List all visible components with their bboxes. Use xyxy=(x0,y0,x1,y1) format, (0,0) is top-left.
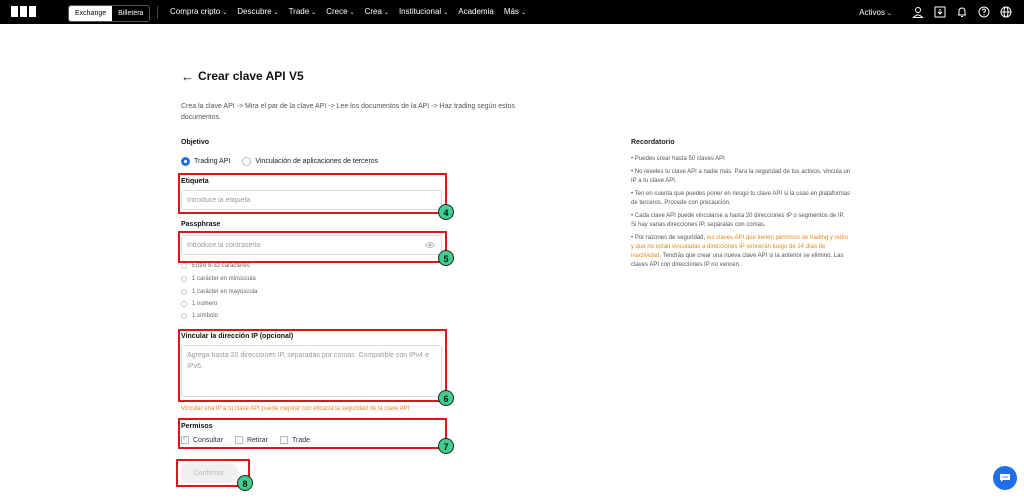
permissions-label: Permisos xyxy=(181,423,213,430)
chevron-down-icon: ⌄ xyxy=(349,10,355,16)
annotation-badge-7: 7 xyxy=(438,438,454,454)
requirement-status-icon xyxy=(181,289,187,295)
reminder-item-2: • No reveles tu clave API a nadie más. P… xyxy=(631,169,851,184)
requirement-uppercase: 1 carácter en mayúscula xyxy=(181,289,257,295)
main-nav: Compra cripto ⌄ Descubre ⌄ Trade ⌄ Crece ⌄ C… xyxy=(170,0,526,24)
reminder-item-3: • Ten en cuenta que puedes poner en ries… xyxy=(631,191,851,206)
bell-icon[interactable] xyxy=(956,6,968,18)
checkbox-trade[interactable] xyxy=(279,436,288,444)
chevron-down-icon: ⌄ xyxy=(383,10,389,16)
tag-input[interactable] xyxy=(181,190,442,210)
passphrase-label: Passphrase xyxy=(181,221,221,228)
okx-logo[interactable] xyxy=(11,6,36,17)
eye-icon[interactable] xyxy=(425,241,435,249)
reminder-item-4: • Cada clave API puede vincularse a hast… xyxy=(631,213,845,228)
nav-institucional[interactable]: Institucional ⌄ xyxy=(399,0,448,24)
nav-descubre[interactable]: Descubre ⌄ xyxy=(237,0,278,24)
exchange-toggle[interactable]: Exchange xyxy=(69,6,113,21)
requirement-status-icon xyxy=(181,313,187,319)
chevron-down-icon: ⌄ xyxy=(273,10,279,16)
requirement-status-icon xyxy=(181,263,187,269)
checkbox-consultar[interactable] xyxy=(181,434,189,444)
requirement-status-icon xyxy=(181,301,187,307)
top-navbar: Exchange Billetera Compra cripto ⌄ Descub… xyxy=(0,0,1024,24)
passphrase-input[interactable] xyxy=(181,235,442,255)
checkbox-consultar-label[interactable]: Consultar xyxy=(193,437,223,444)
page-title: Crear clave API V5 xyxy=(198,69,304,83)
annotation-badge-8: 8 xyxy=(237,475,253,491)
chevron-down-icon: ⌄ xyxy=(886,10,892,17)
checkbox-retirar-label[interactable]: Retirar xyxy=(247,437,268,444)
nav-compra-cripto[interactable]: Compra cripto ⌄ xyxy=(170,0,227,24)
download-icon[interactable] xyxy=(934,6,946,18)
permissions-group: Consultar Retirar Trade xyxy=(181,434,322,444)
chevron-down-icon: ⌄ xyxy=(222,10,228,16)
highlight-box-permissions xyxy=(178,418,447,449)
help-icon[interactable] xyxy=(978,6,990,18)
page-description: Crea la clave API -> Mira el par de la c… xyxy=(181,103,516,121)
nav-crece[interactable]: Crece ⌄ xyxy=(326,0,354,24)
annotation-badge-5: 5 xyxy=(438,250,454,266)
annotation-badge-4: 4 xyxy=(438,204,454,220)
requirement-length: Entre 8-32 caracteres xyxy=(181,263,250,269)
header-actions: Activos ⌄ xyxy=(859,0,1012,24)
globe-icon[interactable] xyxy=(1000,6,1012,18)
nav-academia[interactable]: Academia xyxy=(458,0,494,24)
objective-radio-group: Trading API Vinculación de aplicaciones … xyxy=(181,157,378,166)
nav-trade[interactable]: Trade ⌄ xyxy=(289,0,317,24)
radio-third-party-apps[interactable] xyxy=(242,157,252,166)
checkbox-retirar[interactable] xyxy=(234,436,243,444)
confirm-button[interactable]: Confirmar xyxy=(180,463,238,483)
requirement-lowercase: 1 carácter en minúscula xyxy=(181,276,256,282)
nav-divider xyxy=(157,6,158,19)
chevron-down-icon: ⌄ xyxy=(520,10,526,16)
ip-warning-text: Vincular una IP a tu clave API puede mej… xyxy=(181,406,410,412)
ip-textarea[interactable] xyxy=(181,345,442,397)
wallet-toggle[interactable]: Billetera xyxy=(112,6,149,21)
radio-third-party-apps-label[interactable]: Vinculación de aplicaciones de terceros xyxy=(255,158,378,165)
reminder-item-5: • Por razones de seguridad, las claves A… xyxy=(631,235,849,268)
chat-icon xyxy=(1000,474,1010,482)
back-arrow-icon[interactable]: ← xyxy=(181,69,194,84)
chevron-down-icon: ⌄ xyxy=(443,10,449,16)
tag-label: Etiqueta xyxy=(181,178,209,185)
user-icon[interactable] xyxy=(912,6,924,18)
requirement-status-icon xyxy=(181,276,187,282)
chevron-down-icon: ⌄ xyxy=(311,10,317,16)
assets-menu[interactable]: Activos ⌄ xyxy=(859,8,892,17)
requirement-number: 1 número xyxy=(181,301,217,307)
reminder-title: Recordatorio xyxy=(631,139,675,146)
chat-support-button[interactable] xyxy=(993,466,1017,490)
objective-label: Objetivo xyxy=(181,139,210,146)
annotation-badge-6: 6 xyxy=(438,390,454,406)
reminder-item-1: • Puedes crear hasta 50 claves API xyxy=(631,156,725,162)
requirement-symbol: 1 símbolo xyxy=(181,313,218,319)
ip-label: Vincular la dirección IP (opcional) xyxy=(181,333,294,340)
nav-mas[interactable]: Más ⌄ xyxy=(504,0,526,24)
exchange-wallet-toggle: Exchange Billetera xyxy=(68,5,151,22)
checkbox-trade-label[interactable]: Trade xyxy=(292,437,310,444)
nav-crea[interactable]: Crea ⌄ xyxy=(365,0,389,24)
radio-trading-api-label[interactable]: Trading API xyxy=(194,158,230,165)
radio-trading-api[interactable] xyxy=(181,157,190,166)
